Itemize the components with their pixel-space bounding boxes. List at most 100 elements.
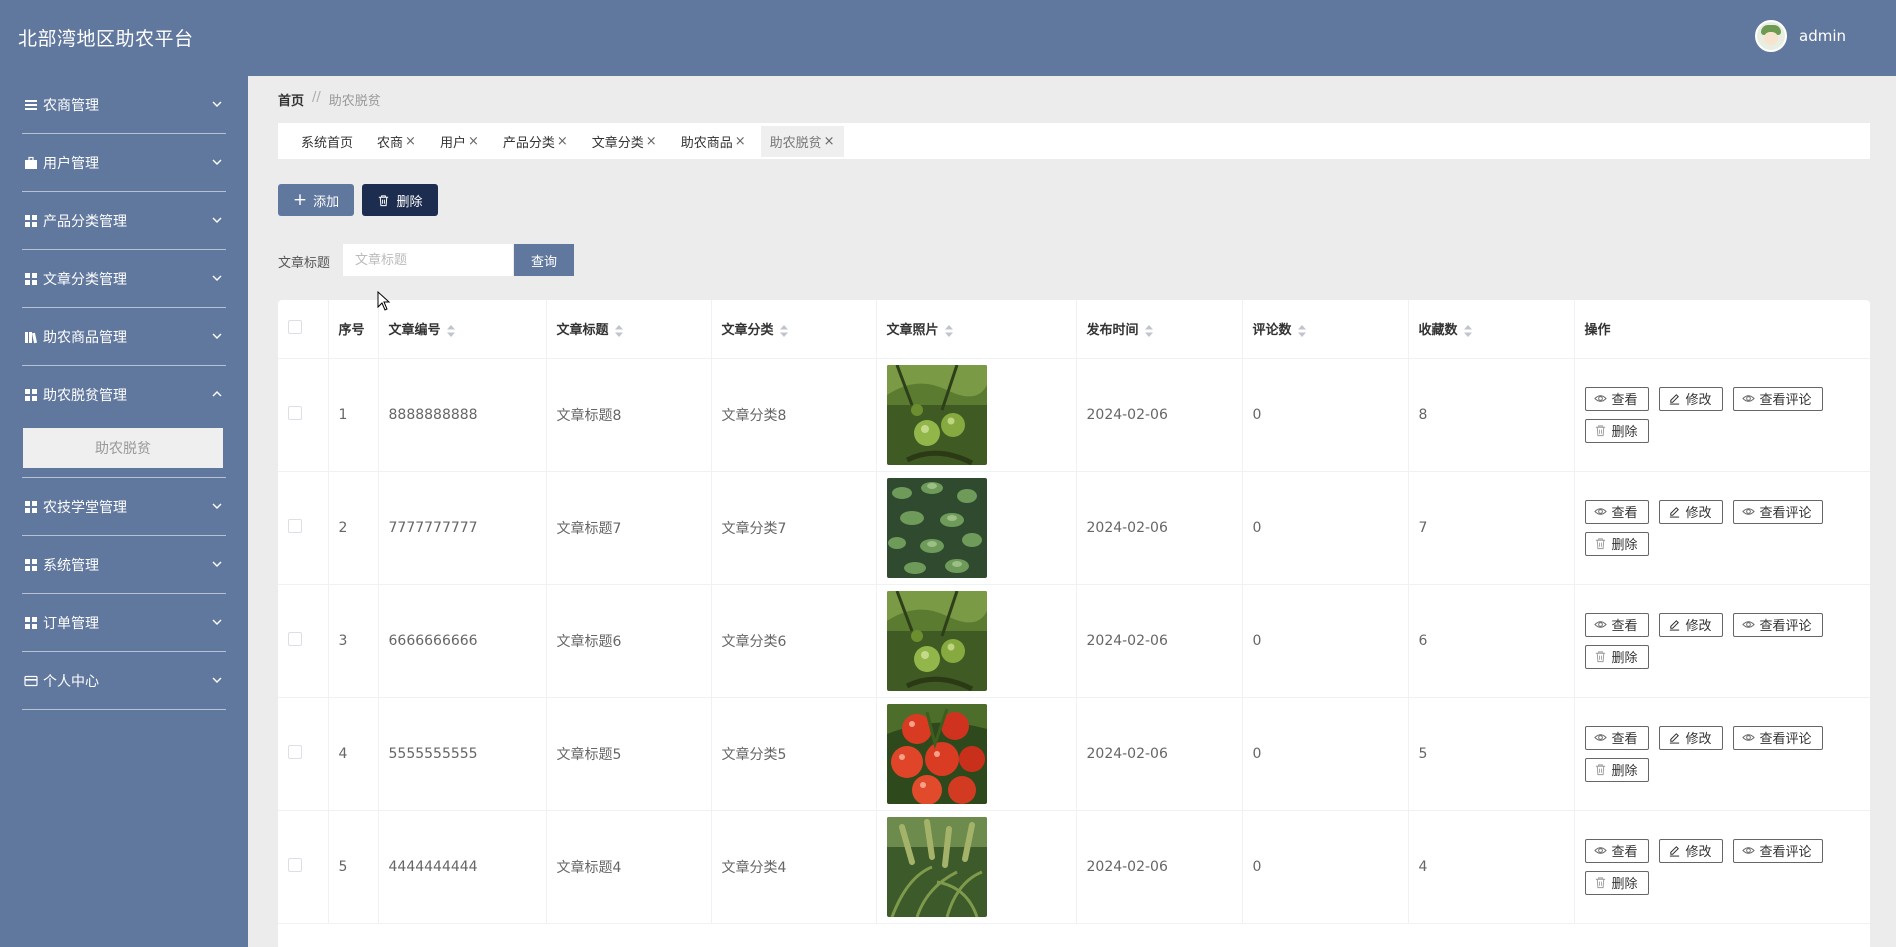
row-checkbox[interactable]: [288, 631, 302, 646]
select-all-checkbox[interactable]: [288, 319, 302, 334]
row-delete-button[interactable]: 删除: [1584, 870, 1649, 895]
search-button[interactable]: 查询: [514, 244, 574, 276]
cell-photo: [876, 810, 1077, 924]
grid-icon: [23, 272, 39, 286]
close-icon[interactable]: ×: [646, 134, 657, 149]
edit-button[interactable]: 修改: [1658, 386, 1723, 411]
edit-icon: [1668, 392, 1681, 405]
delete-button[interactable]: 删除: [362, 184, 438, 216]
view-comments-button[interactable]: 查看评论: [1732, 838, 1823, 863]
sort-icon[interactable]: [1145, 325, 1153, 337]
chevron-down-icon: [210, 499, 224, 513]
millet-field-photo[interactable]: [887, 817, 987, 917]
cell-date: 2024-02-06: [1076, 584, 1243, 698]
sidebar-item-system[interactable]: 系统管理: [0, 536, 248, 594]
column-header-code[interactable]: 文章编号: [378, 300, 547, 359]
cell-favorites: 7: [1408, 471, 1575, 585]
mouse-cursor-icon: [377, 291, 391, 311]
column-label: 文章分类: [721, 323, 774, 339]
sidebar-subitem-poverty-relief[interactable]: 助农脱贫: [23, 428, 223, 468]
tab-article-categories[interactable]: 文章分类 ×: [583, 126, 666, 157]
user-menu[interactable]: admin: [1755, 20, 1846, 52]
column-header-title[interactable]: 文章标题: [546, 300, 712, 359]
view-comments-label: 查看评论: [1759, 619, 1812, 634]
view-button[interactable]: 查看: [1584, 499, 1649, 524]
close-icon[interactable]: ×: [468, 134, 479, 149]
sidebar-item-article-categories[interactable]: 文章分类管理: [0, 250, 248, 308]
cell-category: 文章分类7: [711, 471, 877, 585]
sort-icon[interactable]: [1464, 325, 1472, 337]
cell-comments: 0: [1242, 584, 1409, 698]
column-header-category[interactable]: 文章分类: [711, 300, 877, 359]
cell-actions: 查看 修改 查看评论删除: [1574, 358, 1870, 472]
tab-poverty-relief[interactable]: 助农脱贫 ×: [760, 125, 844, 157]
column-header-favorites[interactable]: 收藏数: [1408, 300, 1575, 359]
view-button[interactable]: 查看: [1584, 725, 1649, 750]
edit-button[interactable]: 修改: [1658, 838, 1723, 863]
sidebar-item-users[interactable]: 用户管理: [0, 134, 248, 192]
breadcrumb-home[interactable]: 首页: [278, 90, 304, 109]
chevron-down-icon: [210, 155, 224, 169]
row-checkbox[interactable]: [288, 744, 302, 759]
sort-icon[interactable]: [447, 325, 455, 337]
row-delete-button[interactable]: 删除: [1584, 644, 1649, 669]
green-tomatoes-photo[interactable]: [887, 591, 987, 691]
row-delete-button[interactable]: 删除: [1584, 757, 1649, 782]
sidebar: 农商管理 用户管理 产品分类管理 文章分类管理 助农商品管理 助农脱贫管理 助农…: [0, 76, 248, 947]
edit-button[interactable]: 修改: [1658, 612, 1723, 637]
sort-icon[interactable]: [615, 325, 623, 337]
chevron-down-icon: [210, 615, 224, 629]
sidebar-item-product-categories[interactable]: 产品分类管理: [0, 192, 248, 250]
row-delete-button[interactable]: 删除: [1584, 418, 1649, 443]
row-checkbox[interactable]: [288, 857, 302, 872]
close-icon[interactable]: ×: [735, 134, 746, 149]
row-delete-button[interactable]: 删除: [1584, 531, 1649, 556]
row-checkbox[interactable]: [288, 405, 302, 420]
red-tomatoes-photo[interactable]: [887, 704, 987, 804]
eye-icon: [1594, 392, 1607, 405]
view-comments-button[interactable]: 查看评论: [1732, 725, 1823, 750]
row-delete-label: 删除: [1611, 425, 1638, 440]
tab-farm-merchants[interactable]: 农商 ×: [368, 126, 425, 157]
sort-icon[interactable]: [780, 325, 788, 337]
view-button[interactable]: 查看: [1584, 386, 1649, 411]
view-comments-button[interactable]: 查看评论: [1732, 386, 1823, 411]
tab-products[interactable]: 助农商品 ×: [672, 126, 755, 157]
row-checkbox[interactable]: [288, 518, 302, 533]
view-comments-button[interactable]: 查看评论: [1732, 612, 1823, 637]
table-row: 4 5555555555 文章标题5 文章分类5 2024-02-06 0 5 查看 修改 查看评…: [278, 697, 1870, 811]
sidebar-item-profile[interactable]: 个人中心: [0, 652, 248, 710]
edit-label: 修改: [1685, 619, 1712, 634]
close-icon[interactable]: ×: [405, 134, 416, 149]
column-header-comments[interactable]: 评论数: [1242, 300, 1409, 359]
tab-home[interactable]: 系统首页: [292, 126, 362, 157]
close-icon[interactable]: ×: [557, 134, 568, 149]
sort-icon[interactable]: [945, 325, 953, 337]
column-label: 评论数: [1252, 323, 1292, 339]
view-button[interactable]: 查看: [1584, 612, 1649, 637]
sidebar-item-products[interactable]: 助农商品管理: [0, 308, 248, 366]
column-header-photo[interactable]: 文章照片: [876, 300, 1077, 359]
close-icon[interactable]: ×: [824, 134, 835, 149]
sidebar-item-poverty-relief[interactable]: 助农脱贫管理: [0, 366, 248, 424]
sort-icon[interactable]: [1298, 325, 1306, 337]
sidebar-item-orders[interactable]: 订单管理: [0, 594, 248, 652]
sidebar-item-label: 助农脱贫管理: [43, 388, 127, 404]
green-tomatoes-photo[interactable]: [887, 365, 987, 465]
edit-button[interactable]: 修改: [1658, 499, 1723, 524]
leafy-field-photo[interactable]: [887, 478, 987, 578]
tab-users[interactable]: 用户 ×: [431, 126, 488, 157]
view-comments-button[interactable]: 查看评论: [1732, 499, 1823, 524]
sidebar-item-label: 助农商品管理: [43, 330, 127, 346]
sidebar-item-farm-merchants[interactable]: 农商管理: [0, 76, 248, 134]
edit-button[interactable]: 修改: [1658, 725, 1723, 750]
add-button[interactable]: + 添加: [278, 184, 354, 216]
user-name[interactable]: admin: [1799, 27, 1846, 45]
view-label: 查看: [1611, 393, 1638, 408]
sidebar-item-farm-school[interactable]: 农技学堂管理: [0, 478, 248, 536]
tab-product-categories[interactable]: 产品分类 ×: [494, 126, 577, 157]
avatar[interactable]: [1755, 20, 1787, 52]
view-button[interactable]: 查看: [1584, 838, 1649, 863]
column-header-date[interactable]: 发布时间: [1076, 300, 1243, 359]
search-input[interactable]: [343, 244, 513, 276]
